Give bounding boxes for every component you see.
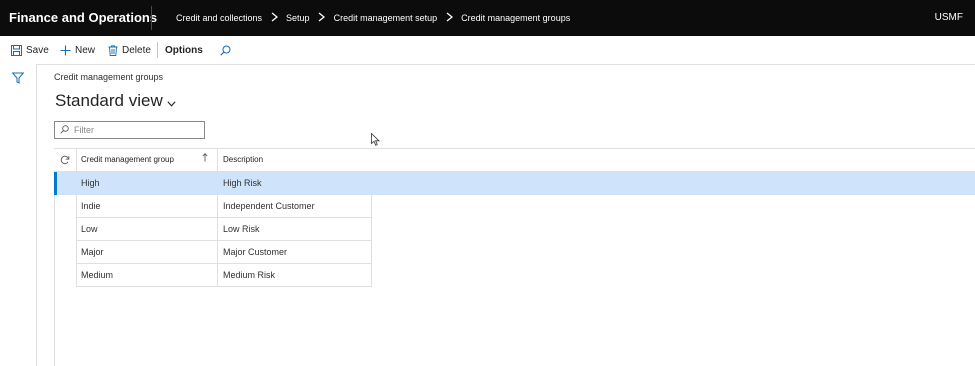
filter-field[interactable] (54, 121, 205, 139)
row-selection-indicator (54, 172, 57, 195)
breadcrumb-credit-and-collections[interactable]: Credit and collections (176, 0, 262, 36)
table-row[interactable]: High High Risk (54, 172, 975, 195)
action-search-button[interactable] (220, 36, 235, 64)
cell-credit-management-group[interactable]: High (76, 172, 217, 195)
table-row[interactable]: Indie Independent Customer (54, 195, 975, 218)
breadcrumb-setup[interactable]: Setup (286, 0, 310, 36)
breadcrumb-credit-management-setup[interactable]: Credit management setup (334, 0, 438, 36)
cell-credit-management-group[interactable]: Low (76, 218, 217, 241)
filter-input[interactable] (72, 124, 196, 136)
search-icon (220, 45, 231, 56)
top-nav-bar: Finance and Operations Credit and collec… (0, 0, 975, 36)
company-picker[interactable]: USMF (935, 0, 963, 36)
grid-header: Credit management group Description (54, 148, 975, 172)
column-label: Description (223, 155, 264, 164)
app-title[interactable]: Finance and Operations (9, 0, 157, 36)
column-header-description[interactable]: Description (217, 149, 372, 171)
save-label: Save (26, 44, 49, 56)
credit-groups-grid: Credit management group Description High… (54, 148, 975, 287)
breadcrumb-credit-management-groups[interactable]: Credit management groups (461, 0, 570, 36)
save-button[interactable]: Save (11, 36, 49, 64)
action-pane: Save New Delete Options (0, 36, 975, 65)
chevron-right-icon (443, 0, 455, 36)
page-caption: Credit management groups (54, 72, 164, 82)
delete-label: Delete (122, 44, 151, 56)
cell-credit-management-group[interactable]: Indie (76, 195, 217, 218)
cell-description[interactable]: Major Customer (217, 241, 372, 264)
column-label: Credit management group (81, 155, 174, 164)
sort-ascending-icon (202, 149, 208, 171)
plus-icon (60, 45, 71, 56)
view-selector[interactable]: Standard view (55, 89, 176, 112)
chevron-right-icon (316, 0, 328, 36)
chevron-down-icon (167, 92, 176, 112)
new-label: New (75, 44, 96, 56)
cell-description[interactable]: Independent Customer (217, 195, 372, 218)
topbar-divider (151, 6, 152, 30)
delete-button[interactable]: Delete (108, 36, 151, 64)
column-header-credit-management-group[interactable]: Credit management group (76, 149, 216, 171)
cell-description[interactable]: High Risk (217, 172, 372, 195)
options-tab[interactable]: Options (165, 36, 203, 64)
left-filter-rail (0, 64, 37, 366)
chevron-right-icon (268, 0, 280, 36)
action-divider (157, 42, 158, 58)
table-row[interactable]: Major Major Customer (54, 241, 975, 264)
filter-icon[interactable] (11, 71, 25, 89)
table-row[interactable]: Medium Medium Risk (54, 264, 975, 287)
new-button[interactable]: New (60, 36, 95, 64)
refresh-button[interactable] (54, 149, 75, 171)
cell-credit-management-group[interactable]: Medium (76, 264, 217, 287)
breadcrumb: Credit and collections Setup Credit mana… (176, 0, 570, 36)
table-row[interactable]: Low Low Risk (54, 218, 975, 241)
trash-icon (108, 44, 118, 56)
cell-description[interactable]: Low Risk (217, 218, 372, 241)
cell-description[interactable]: Medium Risk (217, 264, 372, 287)
search-icon (60, 121, 69, 139)
save-icon (11, 44, 22, 56)
view-title: Standard view (55, 90, 163, 110)
cell-credit-management-group[interactable]: Major (76, 241, 217, 264)
